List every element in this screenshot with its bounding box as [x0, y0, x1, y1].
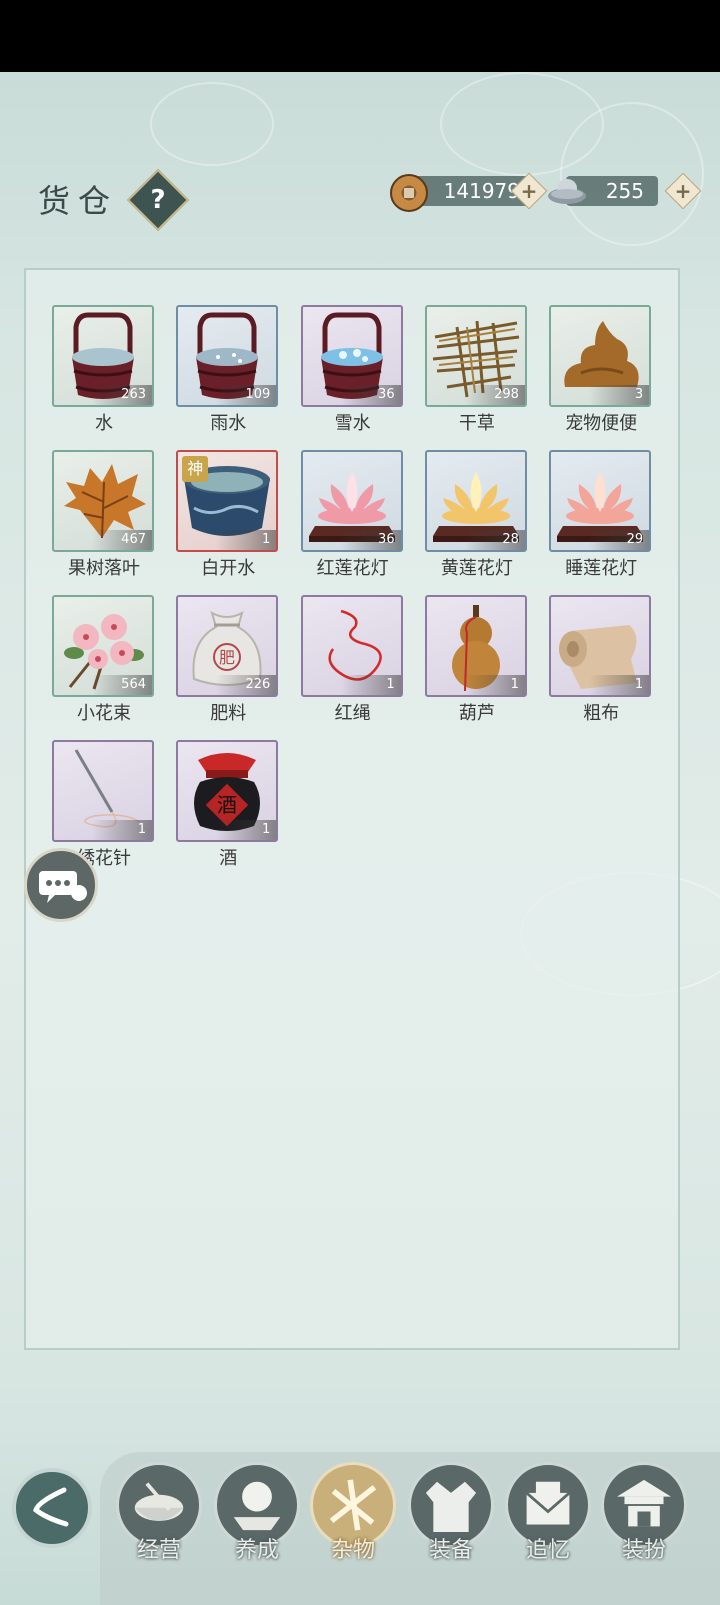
svg-text:酒: 酒	[217, 793, 237, 817]
item-count: 1	[92, 820, 152, 840]
nav-tab-label: 杂物	[330, 1538, 375, 1563]
nav-tab-0[interactable]: 经营	[116, 1462, 202, 1602]
item-slot: 1	[300, 595, 403, 697]
nav-tab-label: 装扮	[621, 1538, 666, 1563]
inventory-item-lotus-red[interactable]: 36 红莲花灯	[300, 450, 405, 600]
back-arrow-icon	[33, 1487, 69, 1527]
inventory-item-fertilizer[interactable]: 肥 226 肥料	[176, 595, 280, 745]
inventory-item-hay[interactable]: 298 干草	[424, 305, 529, 455]
plus-icon: +	[520, 179, 538, 203]
item-count: 1	[216, 820, 277, 840]
copper-coin-icon	[390, 174, 428, 212]
inventory-item-lotus-yellow[interactable]: 28 黄莲花灯	[424, 450, 529, 600]
item-count: 1	[464, 675, 525, 695]
item-count: 298	[464, 385, 525, 405]
item-slot: 298	[424, 305, 527, 407]
silver-ingot-icon	[548, 179, 586, 204]
item-name: 红绳	[334, 703, 371, 724]
item-count: 1	[216, 530, 277, 550]
item-slot: 1	[549, 595, 652, 697]
inventory-item-lotus-pink[interactable]: 29 睡莲花灯	[549, 450, 653, 600]
item-name: 小花束	[77, 703, 131, 724]
item-count: 28	[464, 530, 525, 550]
item-name: 宠物便便	[565, 413, 638, 434]
item-count: 36	[340, 530, 401, 550]
item-slot: 神 1	[176, 450, 279, 552]
item-count: 226	[216, 675, 277, 695]
nav-tab-label: 追忆	[525, 1538, 570, 1563]
item-name: 干草	[458, 413, 495, 434]
item-name: 雪水	[334, 413, 371, 434]
item-count: 109	[216, 385, 277, 405]
item-slot: 564	[52, 595, 154, 697]
nav-tab-4[interactable]: 追忆	[505, 1462, 591, 1602]
inventory-item-gourd[interactable]: 1 葫芦	[424, 595, 529, 745]
item-slot: 29	[549, 450, 652, 552]
inventory-item-poop[interactable]: 3 宠物便便	[549, 305, 653, 455]
item-slot: 28	[424, 450, 527, 552]
inventory-item-bucket-water[interactable]: 263 水	[52, 305, 156, 455]
item-slot: 1	[424, 595, 527, 697]
item-name: 红莲花灯	[316, 558, 389, 579]
item-count: 564	[92, 675, 152, 695]
back-button[interactable]	[12, 1468, 92, 1548]
item-count: 1	[589, 675, 650, 695]
item-count: 29	[589, 530, 650, 550]
nav-tab-2[interactable]: 杂物	[310, 1462, 396, 1602]
inventory-item-bowl[interactable]: 神 1 白开水	[176, 450, 280, 600]
item-name: 白开水	[201, 558, 256, 579]
status-bar	[0, 0, 720, 72]
item-name: 葫芦	[458, 703, 495, 724]
item-name: 肥料	[210, 703, 247, 724]
item-slot: 109	[176, 305, 279, 407]
item-name: 睡莲花灯	[565, 558, 638, 579]
item-name: 水	[95, 413, 113, 434]
item-count: 467	[92, 530, 152, 550]
item-name: 粗布	[583, 703, 620, 724]
item-slot: 3	[549, 305, 652, 407]
inventory-item-bucket-rain[interactable]: 109 雨水	[176, 305, 280, 455]
item-slot: 36	[300, 450, 403, 552]
inventory-item-red-rope[interactable]: 1 红绳	[300, 595, 405, 745]
nav-tab-label: 养成	[234, 1538, 279, 1563]
nav-tab-1[interactable]: 养成	[214, 1462, 300, 1602]
inventory-item-leaf[interactable]: 467 果树落叶	[52, 450, 156, 600]
item-count: 263	[92, 385, 152, 405]
chat-bubble-icon	[39, 871, 87, 903]
item-slot: 酒 1	[176, 740, 279, 842]
nav-tab-label: 装备	[428, 1538, 473, 1563]
nav-tab-5[interactable]: 装扮	[601, 1462, 687, 1602]
item-slot: 肥 226	[176, 595, 279, 697]
item-name: 雨水	[210, 413, 247, 434]
inventory-item-bucket-snow[interactable]: 36 雪水	[300, 305, 405, 455]
item-slot: 467	[52, 450, 154, 552]
inventory-item-flowers[interactable]: 564 小花束	[52, 595, 156, 745]
plus-icon: +	[674, 179, 692, 203]
chat-button[interactable]	[24, 848, 98, 922]
page-title: 货仓	[38, 182, 119, 220]
nav-tab-3[interactable]: 装备	[408, 1462, 494, 1602]
inventory-item-cloth[interactable]: 1 粗布	[549, 595, 653, 745]
rarity-badge: 神	[182, 456, 209, 482]
nav-tab-label: 经营	[136, 1538, 181, 1563]
inventory-item-wine-jar[interactable]: 酒 1 酒	[176, 740, 280, 890]
svg-text:肥: 肥	[219, 648, 235, 667]
item-slot: 36	[300, 305, 403, 407]
item-slot: 1	[52, 740, 154, 842]
item-name: 酒	[219, 848, 238, 869]
item-name: 果树落叶	[68, 558, 140, 579]
item-count: 3	[589, 385, 650, 405]
item-name: 黄莲花灯	[440, 558, 513, 579]
item-count: 1	[340, 675, 401, 695]
item-slot: 263	[52, 305, 154, 407]
help-icon: ?	[150, 185, 166, 215]
item-count: 36	[340, 385, 401, 405]
